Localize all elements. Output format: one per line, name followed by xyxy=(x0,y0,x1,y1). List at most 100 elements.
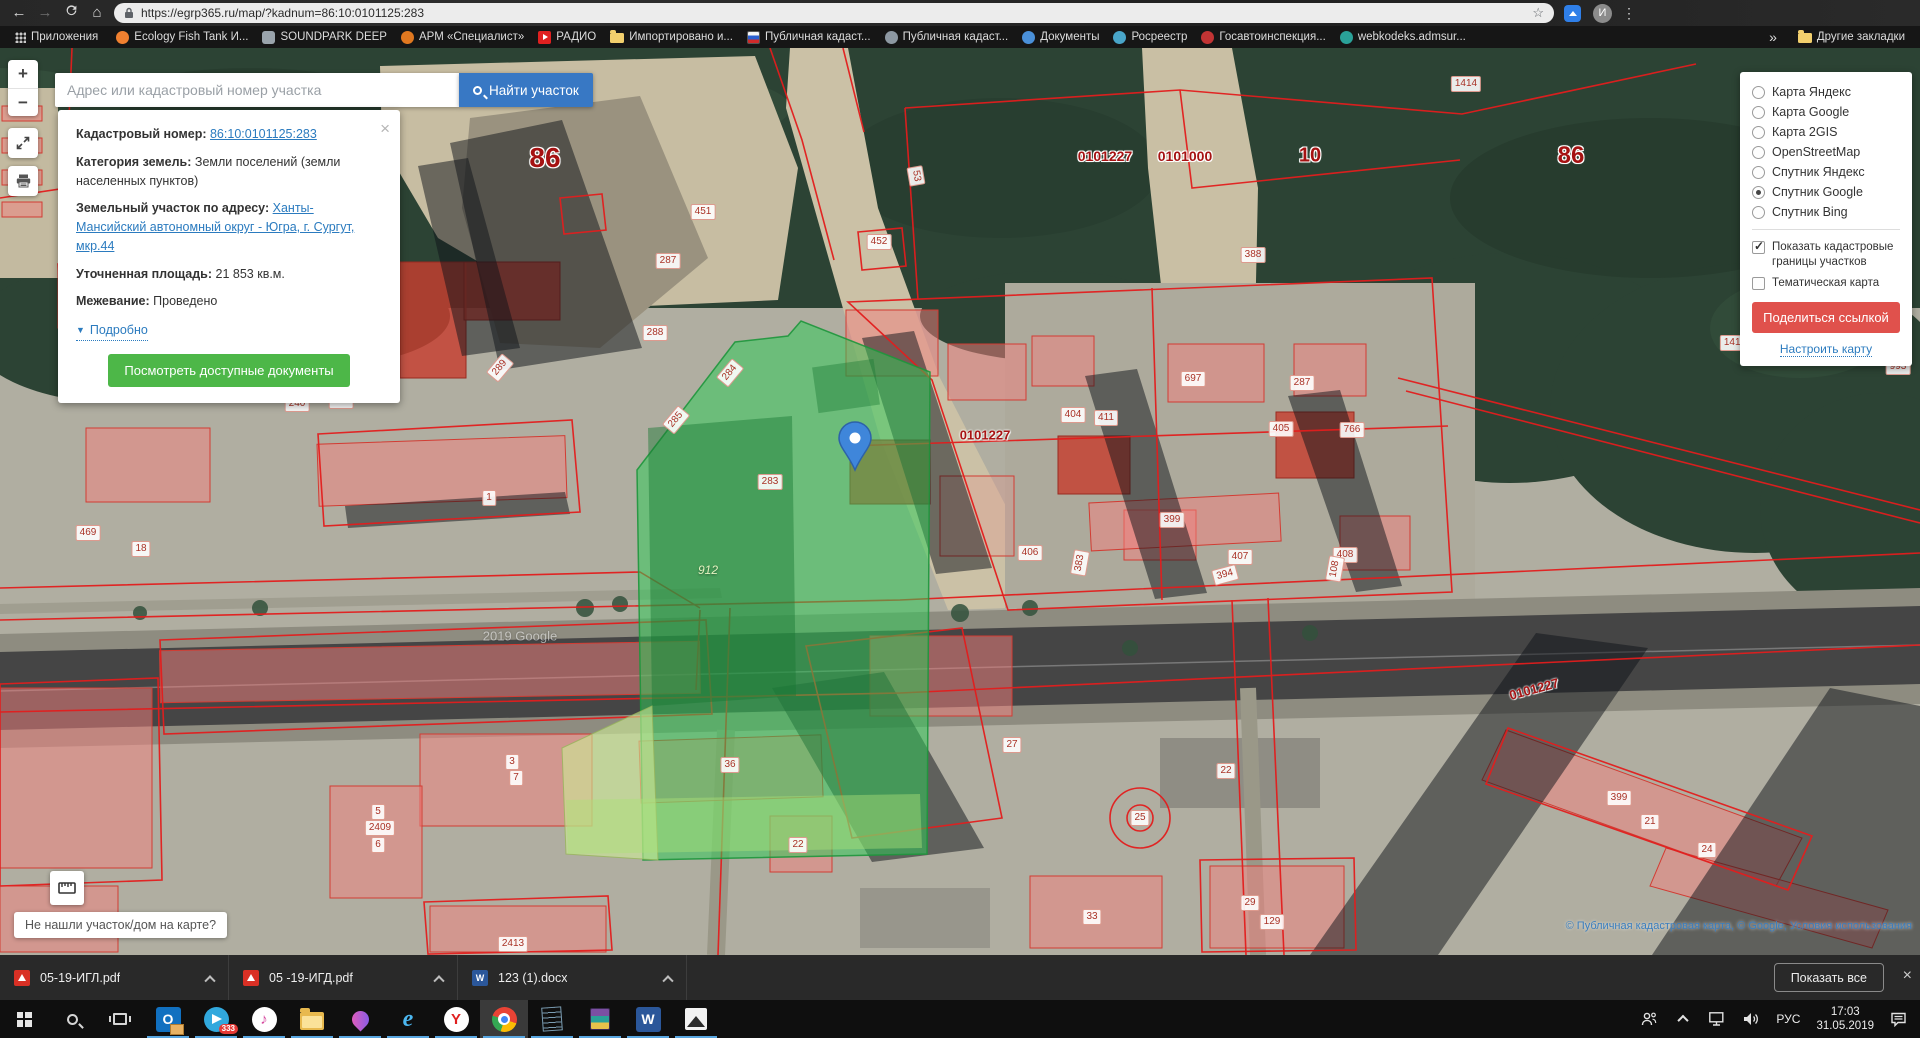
bookmark-favicon xyxy=(262,31,275,44)
radio-icon xyxy=(1752,186,1765,199)
bookmarks-overflow-icon[interactable]: » xyxy=(1769,29,1777,45)
radio-icon xyxy=(1752,106,1765,119)
browser-menu-icon[interactable]: ⋮ xyxy=(1622,5,1636,22)
expand-icon xyxy=(16,136,30,150)
ruler-icon xyxy=(58,880,76,896)
configure-map-link[interactable]: Настроить карту xyxy=(1752,342,1900,356)
chevron-up-icon[interactable] xyxy=(662,975,673,986)
folder-icon xyxy=(1798,33,1812,43)
map-layer-checkbox[interactable]: Тематическая карта xyxy=(1752,273,1900,294)
taskbar: O 333 ♪ e Y W РУС 17:03 31.05.2019 xyxy=(0,1000,1920,1038)
layer-checkboxes: Показать кадастровые границы участковТем… xyxy=(1752,237,1900,294)
word-icon: W xyxy=(636,1007,661,1032)
details-link[interactable]: ▼ Подробно xyxy=(76,321,148,341)
taskbar-itunes[interactable]: ♪ xyxy=(240,1000,288,1038)
search-input[interactable] xyxy=(55,73,459,107)
bookmark-favicon xyxy=(1022,31,1035,44)
bookmark-favicon xyxy=(747,31,760,44)
bookmark-item[interactable]: Публичная кадаст... xyxy=(878,31,1016,44)
forward-icon[interactable]: → xyxy=(32,0,58,26)
bookmark-item[interactable]: Документы xyxy=(1015,31,1106,44)
print-button[interactable] xyxy=(8,166,38,196)
clock[interactable]: 17:03 31.05.2019 xyxy=(1808,1005,1882,1034)
bookmark-item[interactable]: Публичная кадаст... xyxy=(740,31,878,44)
map-layer-option[interactable]: Спутник Google xyxy=(1752,182,1900,202)
share-link-button[interactable]: Поделиться ссылкой xyxy=(1752,302,1900,333)
language-indicator[interactable]: РУС xyxy=(1768,1012,1808,1026)
bookmark-item[interactable]: Ecology Fish Tank И... xyxy=(109,31,255,44)
telegram-badge: 333 xyxy=(219,1024,238,1034)
bookmark-item[interactable]: SOUNDPARK DEEP xyxy=(255,31,394,44)
people-icon[interactable] xyxy=(1632,1000,1666,1038)
bookmark-item[interactable]: webkodeks.admsur... xyxy=(1333,31,1473,44)
bookmark-item[interactable]: Росреестр xyxy=(1106,31,1194,44)
taskbar-notepad[interactable] xyxy=(528,1000,576,1038)
close-downloads-icon[interactable]: × xyxy=(1903,967,1912,985)
fullscreen-button[interactable] xyxy=(8,128,38,158)
profile-avatar[interactable]: И xyxy=(1593,4,1612,23)
task-view-icon xyxy=(113,1013,127,1025)
reload-icon[interactable] xyxy=(58,0,84,26)
taskbar-chrome[interactable] xyxy=(480,1000,528,1038)
bookmark-item[interactable]: Импортировано и... xyxy=(603,31,740,43)
taskbar-search-button[interactable] xyxy=(48,1000,96,1038)
bookmark-item[interactable]: АРМ «Специалист» xyxy=(394,31,531,44)
map-layer-checkbox[interactable]: Показать кадастровые границы участков xyxy=(1752,237,1900,273)
map-layer-option[interactable]: Карта Google xyxy=(1752,102,1900,122)
taskbar-internet-explorer[interactable]: e xyxy=(384,1000,432,1038)
map-viewport[interactable]: 2942402964691814515345228728828928428528… xyxy=(0,48,1920,955)
measure-button[interactable] xyxy=(50,871,84,905)
extension-icon[interactable] xyxy=(1564,5,1581,22)
taskbar-photos[interactable] xyxy=(672,1000,720,1038)
bookmark-item[interactable]: РАДИО xyxy=(531,31,603,44)
taskbar-explorer[interactable] xyxy=(288,1000,336,1038)
bookmark-favicon xyxy=(401,31,414,44)
download-item[interactable]: 05 -19-ИГД.pdf xyxy=(229,955,458,1000)
start-button[interactable] xyxy=(0,1000,48,1038)
cad-number-link[interactable]: 86:10:0101125:283 xyxy=(210,127,317,141)
map-layer-option[interactable]: OpenStreetMap xyxy=(1752,142,1900,162)
map-layer-option[interactable]: Карта Яндекс xyxy=(1752,82,1900,102)
taskbar-outlook[interactable]: O xyxy=(144,1000,192,1038)
network-icon[interactable] xyxy=(1700,1000,1734,1038)
browser-navbar: ← → ⌂ https://egrp365.ru/map/?kadnum=86:… xyxy=(0,0,1920,26)
show-all-downloads-button[interactable]: Показать все xyxy=(1774,963,1884,992)
map-layer-option[interactable]: Спутник Bing xyxy=(1752,202,1900,222)
chevron-up-icon[interactable] xyxy=(204,975,215,986)
map-layer-option[interactable]: Спутник Яндекс xyxy=(1752,162,1900,182)
zoom-out-button[interactable]: − xyxy=(8,88,38,116)
bookmark-favicon xyxy=(885,31,898,44)
close-icon[interactable]: × xyxy=(380,116,390,142)
other-bookmarks-button[interactable]: Другие закладки xyxy=(1791,31,1912,43)
not-found-tooltip[interactable]: Не нашли участок/дом на карте? xyxy=(14,912,227,938)
notifications-icon[interactable] xyxy=(1882,1000,1916,1038)
bookmark-item[interactable]: Госавтоинспекция... xyxy=(1194,31,1332,44)
taskbar-word[interactable]: W xyxy=(624,1000,672,1038)
itunes-icon: ♪ xyxy=(252,1007,277,1032)
address-bar[interactable]: https://egrp365.ru/map/?kadnum=86:10:010… xyxy=(114,3,1554,23)
map-search: Найти участок xyxy=(55,73,593,107)
map-attribution[interactable]: © Публичная кадастровая карта, © Google,… xyxy=(1566,920,1912,932)
find-parcel-button[interactable]: Найти участок xyxy=(459,73,593,107)
home-icon[interactable]: ⌂ xyxy=(84,0,110,26)
taskbar-winrar[interactable] xyxy=(576,1000,624,1038)
download-items: 05-19-ИГЛ.pdf05 -19-ИГД.pdfW123 (1).docx xyxy=(0,955,687,1000)
tray-chevron-icon[interactable] xyxy=(1666,1000,1700,1038)
taskbar-yandex-maps[interactable] xyxy=(336,1000,384,1038)
map-layer-option[interactable]: Карта 2GIS xyxy=(1752,122,1900,142)
chevron-up-icon[interactable] xyxy=(433,975,444,986)
radio-icon xyxy=(1752,146,1765,159)
taskbar-yandex-browser[interactable]: Y xyxy=(432,1000,480,1038)
taskbar-telegram[interactable]: 333 xyxy=(192,1000,240,1038)
task-view-button[interactable] xyxy=(96,1000,144,1038)
bookmark-favicon xyxy=(610,33,624,43)
download-item[interactable]: 05-19-ИГЛ.pdf xyxy=(0,955,229,1000)
zoom-in-button[interactable]: + xyxy=(8,60,38,88)
volume-icon[interactable] xyxy=(1734,1000,1768,1038)
apps-button[interactable]: Приложения xyxy=(8,31,105,43)
internet-explorer-icon: e xyxy=(403,1006,414,1033)
view-documents-button[interactable]: Посмотреть доступные документы xyxy=(108,354,349,387)
back-icon[interactable]: ← xyxy=(6,0,32,26)
download-item[interactable]: W123 (1).docx xyxy=(458,955,687,1000)
bookmark-star-icon[interactable]: ☆ xyxy=(1532,5,1544,21)
